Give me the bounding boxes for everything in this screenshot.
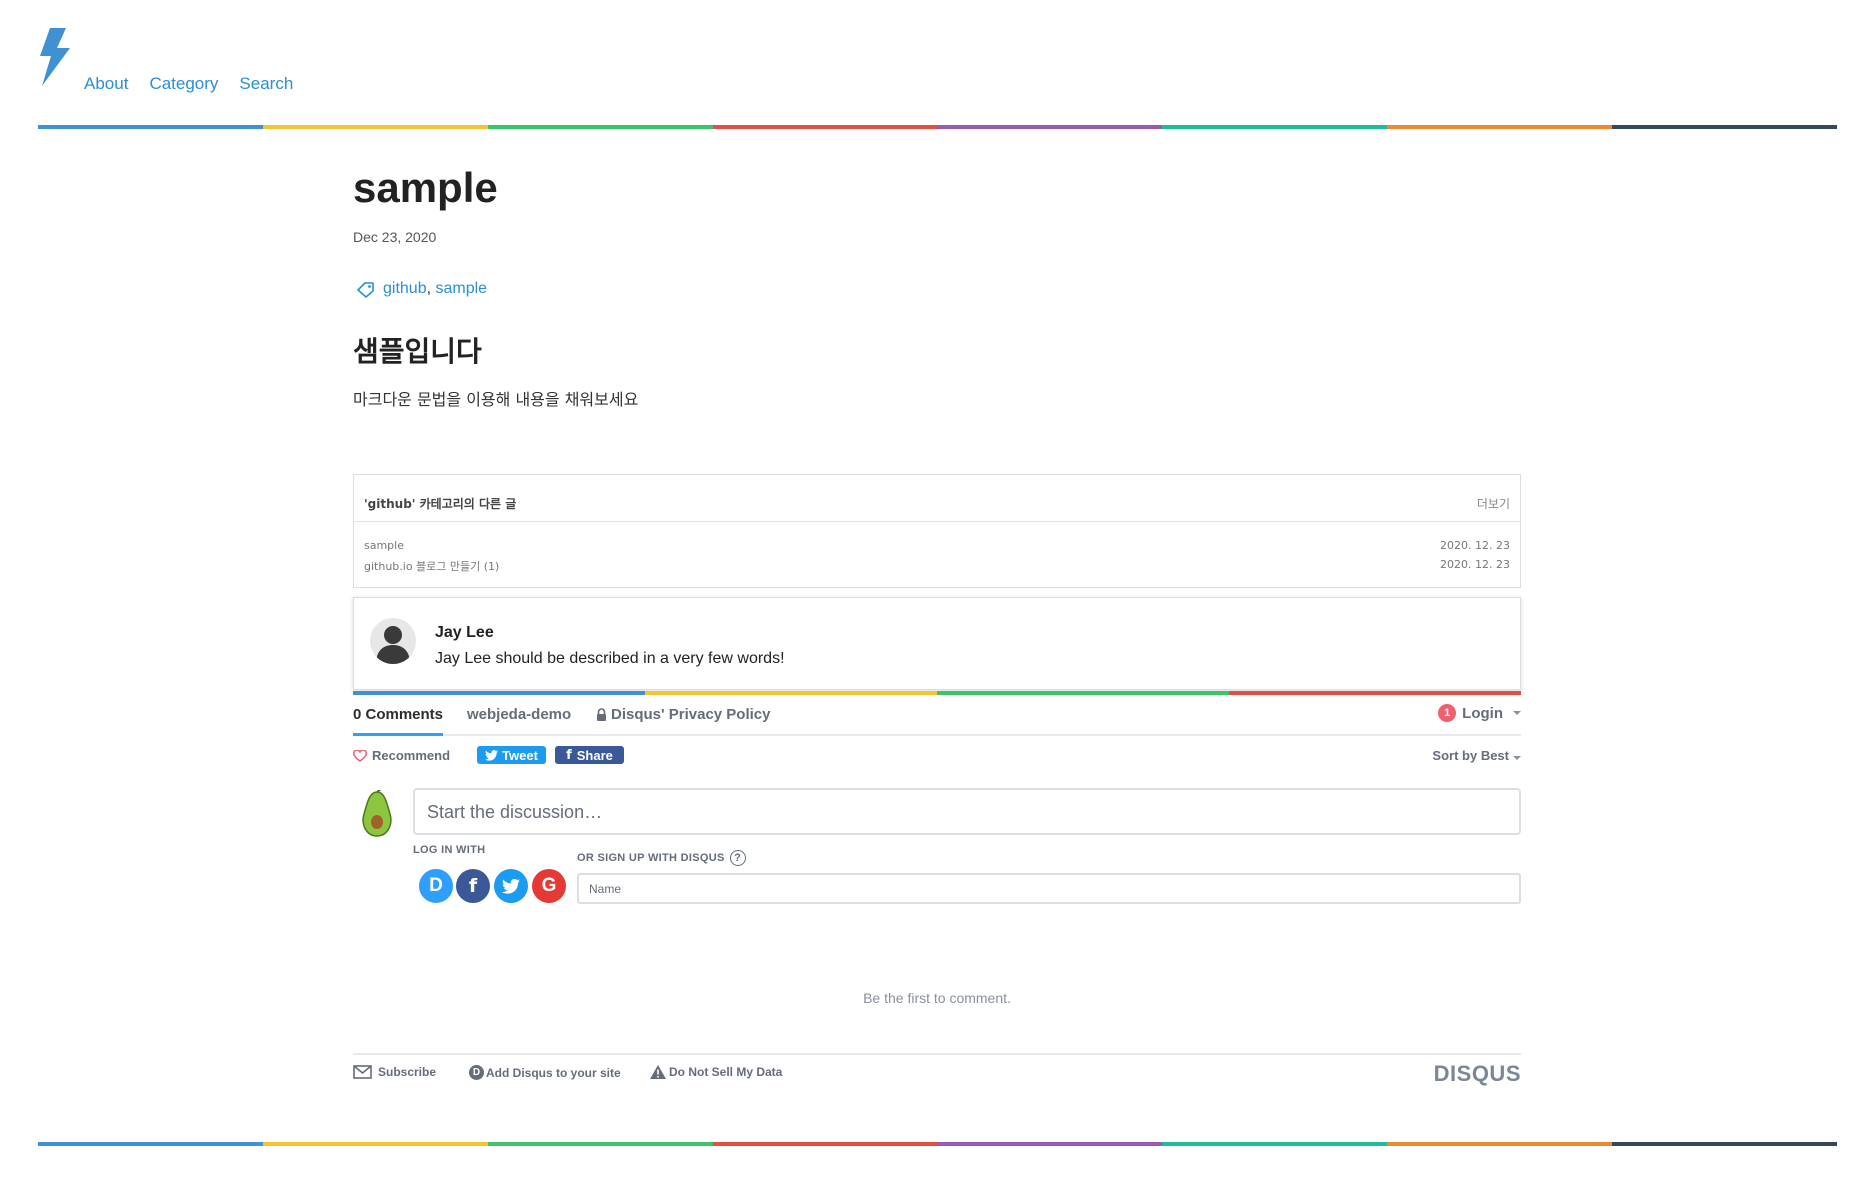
tab-community[interactable]: webjeda-demo <box>467 706 571 723</box>
footer-rainbow-divider <box>38 1142 1837 1146</box>
tag-link-github[interactable]: github <box>383 280 427 297</box>
post-title: sample <box>353 164 498 211</box>
disqus-footer: Subscribe D Add Disqus to your site Do N… <box>353 1053 1521 1091</box>
related-item[interactable]: github.io 블로그 만들기 (1) 2020. 12. 23 <box>364 558 1510 574</box>
do-not-sell-link[interactable]: Do Not Sell My Data <box>650 1065 782 1079</box>
twitter-login-icon[interactable] <box>494 869 528 903</box>
author-name: Jay Lee <box>435 624 494 641</box>
envelope-icon <box>353 1065 372 1079</box>
lock-icon <box>597 707 606 721</box>
twitter-bird-icon <box>502 878 520 894</box>
tweet-button[interactable]: Tweet <box>477 746 546 764</box>
disqus-d-icon: D <box>469 1065 484 1080</box>
post-heading: 샘플입니다 <box>353 335 482 368</box>
login-menu[interactable]: 1 Login <box>1438 704 1521 722</box>
related-title: 'github' 카테고리의 다른 글 <box>364 497 517 511</box>
comment-input[interactable]: Start the discussion… <box>413 788 1521 835</box>
share-label: Share <box>576 747 613 763</box>
twitter-bird-icon <box>485 749 499 761</box>
recommend-label: Recommend <box>372 748 451 763</box>
or-sign-up-label: OR SIGN UP WITH DISQUS ? <box>577 850 746 866</box>
related-item-date: 2020. 12. 23 <box>1440 558 1510 571</box>
tweet-label: Tweet <box>502 747 538 763</box>
warning-icon <box>650 1065 666 1079</box>
avocado-avatar-icon <box>362 790 392 837</box>
related-posts-box: 'github' 카테고리의 다른 글 더보기 sample 2020. 12.… <box>353 474 1521 588</box>
notification-badge: 1 <box>1438 704 1457 722</box>
header-rainbow-divider <box>38 125 1837 129</box>
post-body: 마크다운 문법을 이용해 내용을 채워보세요 <box>353 390 639 409</box>
author-avatar <box>370 618 416 664</box>
lightning-bolt-icon[interactable] <box>36 28 72 86</box>
main-nav: About Category Search <box>84 74 293 94</box>
related-more-link[interactable]: 더보기 <box>1477 495 1510 512</box>
author-description: Jay Lee should be described in a very fe… <box>435 650 785 667</box>
disqus-logo[interactable]: DISQUS <box>1434 1061 1521 1087</box>
tab-comments[interactable]: 0 Comments <box>353 706 443 723</box>
login-label: Login <box>1462 704 1503 722</box>
tab-privacy-policy[interactable]: Disqus' Privacy Policy <box>596 706 770 723</box>
nav-about[interactable]: About <box>84 74 128 94</box>
disqus-actions: Recommend Tweet f Share Sort by Best <box>353 746 1521 766</box>
tag-icon <box>357 281 374 298</box>
google-login-icon[interactable]: G <box>532 869 566 903</box>
related-item-date: 2020. 12. 23 <box>1440 539 1510 552</box>
user-silhouette-icon <box>376 626 410 664</box>
facebook-share-button[interactable]: f Share <box>555 746 624 764</box>
related-item[interactable]: sample 2020. 12. 23 <box>364 539 1510 552</box>
add-disqus-link[interactable]: D Add Disqus to your site <box>469 1065 621 1080</box>
chevron-down-icon <box>1513 711 1521 715</box>
facebook-login-icon[interactable]: f <box>456 869 490 903</box>
author-card: Jay Lee Jay Lee should be described in a… <box>353 597 1521 690</box>
privacy-policy-label: Disqus' Privacy Policy <box>611 706 771 723</box>
post-tags: github, sample <box>356 280 487 298</box>
sort-dropdown[interactable]: Sort by Best <box>1432 748 1521 763</box>
nav-category[interactable]: Category <box>149 74 218 94</box>
post-date: Dec 23, 2020 <box>353 229 437 245</box>
nav-search[interactable]: Search <box>239 74 293 94</box>
chevron-down-icon <box>1513 756 1521 760</box>
related-item-title[interactable]: sample <box>364 539 404 552</box>
sort-label: Sort by Best <box>1432 748 1509 763</box>
log-in-with-label: LOG IN WITH <box>413 844 486 856</box>
heart-icon <box>353 749 367 762</box>
recommend-button[interactable]: Recommend <box>353 748 450 763</box>
help-icon[interactable]: ? <box>729 850 746 866</box>
facebook-f-icon: f <box>566 747 572 763</box>
tag-link-sample[interactable]: sample <box>436 280 488 297</box>
active-tab-indicator <box>353 733 443 736</box>
disqus-login-icon[interactable]: D <box>416 866 456 906</box>
subscribe-link[interactable]: Subscribe <box>353 1065 436 1079</box>
empty-comments-message: Be the first to comment. <box>863 990 1011 1006</box>
name-field[interactable]: Name <box>577 873 1521 904</box>
related-item-title[interactable]: github.io 블로그 만들기 (1) <box>364 558 499 574</box>
author-rainbow-bar <box>353 691 1521 695</box>
disqus-tabs: 0 Comments webjeda-demo Disqus' Privacy … <box>353 704 1521 736</box>
